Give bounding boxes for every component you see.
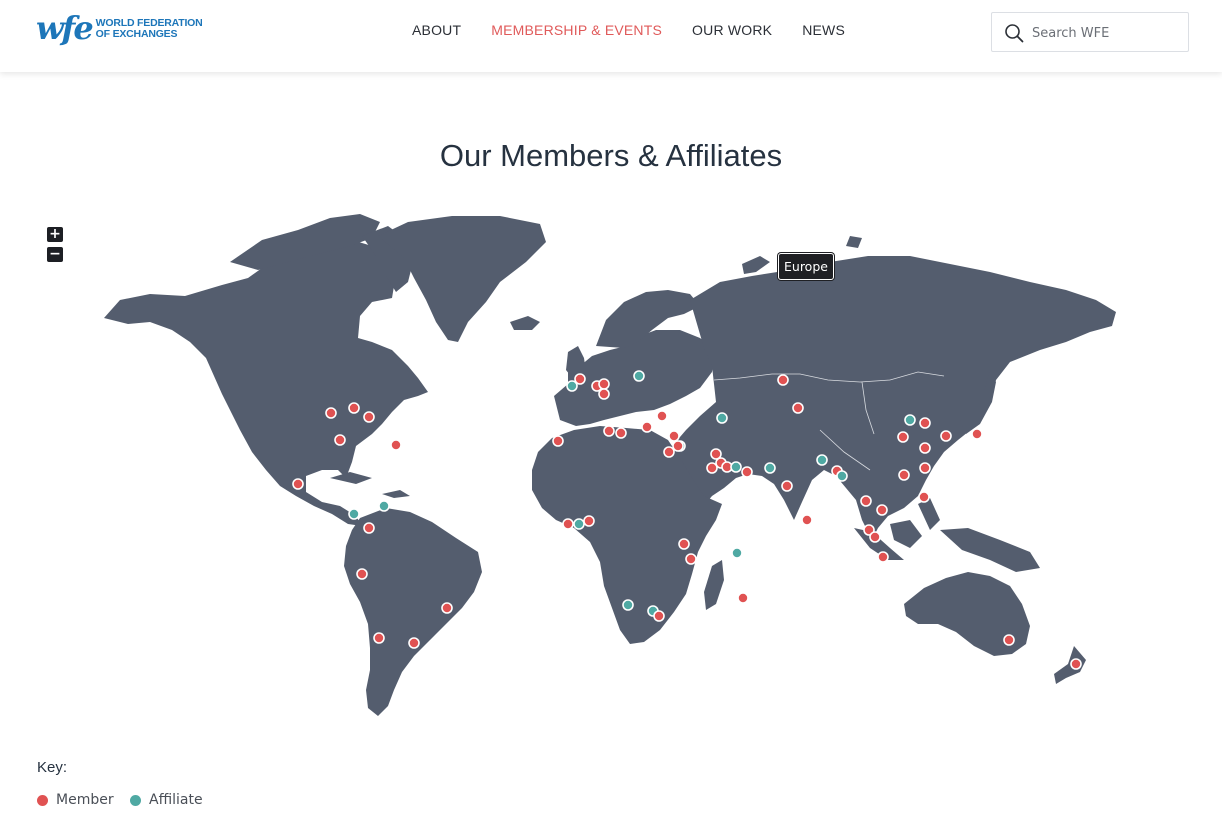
affiliate-marker[interactable] <box>573 518 585 530</box>
member-marker[interactable] <box>598 378 610 390</box>
key-label-affiliate: Affiliate <box>149 792 203 808</box>
member-marker[interactable] <box>390 439 402 451</box>
affiliate-marker[interactable] <box>764 462 776 474</box>
member-marker[interactable] <box>603 425 615 437</box>
member-marker[interactable] <box>668 430 680 442</box>
member-marker[interactable] <box>792 402 804 414</box>
affiliate-marker[interactable] <box>904 414 916 426</box>
member-marker[interactable] <box>781 480 793 492</box>
affiliate-dot-icon <box>130 794 141 806</box>
zoom-in-button[interactable]: + <box>47 227 63 242</box>
member-marker[interactable] <box>1070 658 1082 670</box>
search-input[interactable] <box>1032 21 1182 45</box>
affiliate-marker[interactable] <box>716 412 728 424</box>
member-marker[interactable] <box>706 462 718 474</box>
member-marker[interactable] <box>918 491 930 503</box>
logo-text: WORLD FEDERATION OF EXCHANGES <box>96 18 203 40</box>
nav-news[interactable]: NEWS <box>802 22 845 38</box>
member-marker[interactable] <box>363 411 375 423</box>
member-marker[interactable] <box>408 637 420 649</box>
key-item-affiliate: Affiliate <box>130 792 203 808</box>
member-marker[interactable] <box>552 435 564 447</box>
affiliate-marker[interactable] <box>633 370 645 382</box>
wfe-logo[interactable]: wfe WORLD FEDERATION OF EXCHANGES <box>36 12 203 44</box>
member-marker[interactable] <box>292 478 304 490</box>
land-madagascar <box>704 560 724 610</box>
nav-about[interactable]: ABOUT <box>412 22 461 38</box>
member-marker[interactable] <box>441 602 453 614</box>
land-south-america <box>344 508 482 716</box>
member-marker[interactable] <box>876 504 888 516</box>
member-marker[interactable] <box>860 495 872 507</box>
affiliate-marker[interactable] <box>730 461 742 473</box>
key-item-member: Member <box>37 792 114 808</box>
logo-line-2: OF EXCHANGES <box>95 28 178 40</box>
member-marker[interactable] <box>898 469 910 481</box>
member-marker[interactable] <box>574 373 586 385</box>
member-marker[interactable] <box>334 434 346 446</box>
member-marker[interactable] <box>656 410 668 422</box>
member-marker[interactable] <box>777 374 789 386</box>
logo-mark: wfe <box>36 9 94 47</box>
member-marker[interactable] <box>919 462 931 474</box>
land-iceland <box>510 316 540 330</box>
affiliate-marker[interactable] <box>622 599 634 611</box>
member-marker[interactable] <box>363 522 375 534</box>
member-marker[interactable] <box>653 610 665 622</box>
member-marker[interactable] <box>641 421 653 433</box>
nav-our-work[interactable]: OUR WORK <box>692 22 772 38</box>
region-tooltip: Europe <box>778 253 834 280</box>
member-marker[interactable] <box>663 446 675 458</box>
member-marker[interactable] <box>672 440 684 452</box>
main-nav: ABOUT MEMBERSHIP & EVENTS OUR WORK NEWS <box>412 22 845 38</box>
search-icon[interactable] <box>1004 23 1024 43</box>
affiliate-marker[interactable] <box>348 508 360 520</box>
land-caribbean <box>330 472 410 498</box>
world-map[interactable] <box>0 0 1222 818</box>
land-north-america <box>104 240 428 526</box>
member-marker[interactable] <box>801 514 813 526</box>
member-marker[interactable] <box>583 515 595 527</box>
member-marker[interactable] <box>971 428 983 440</box>
member-marker[interactable] <box>940 430 952 442</box>
member-marker[interactable] <box>919 442 931 454</box>
nav-membership-events[interactable]: MEMBERSHIP & EVENTS <box>491 22 662 38</box>
member-marker[interactable] <box>348 402 360 414</box>
affiliate-marker[interactable] <box>836 470 848 482</box>
member-marker[interactable] <box>598 388 610 400</box>
site-header: wfe WORLD FEDERATION OF EXCHANGES ABOUT … <box>0 0 1222 72</box>
member-marker[interactable] <box>869 531 881 543</box>
member-marker[interactable] <box>685 553 697 565</box>
member-marker[interactable] <box>373 632 385 644</box>
affiliate-marker[interactable] <box>731 547 743 559</box>
land-asia <box>662 256 1116 540</box>
member-marker[interactable] <box>737 592 749 604</box>
member-marker[interactable] <box>741 466 753 478</box>
member-marker[interactable] <box>615 427 627 439</box>
zoom-out-button[interactable]: − <box>47 247 63 262</box>
key-title: Key: <box>37 759 68 776</box>
affiliate-marker[interactable] <box>378 500 390 512</box>
key-label-member: Member <box>56 792 114 808</box>
affiliate-marker[interactable] <box>816 454 828 466</box>
member-marker[interactable] <box>897 431 909 443</box>
search-box <box>991 12 1189 52</box>
member-marker[interactable] <box>1003 634 1015 646</box>
member-marker[interactable] <box>562 518 574 530</box>
member-marker[interactable] <box>356 568 368 580</box>
member-marker[interactable] <box>877 551 889 563</box>
member-dot-icon <box>37 794 48 806</box>
page-title: Our Members & Affiliates <box>439 138 783 173</box>
member-marker[interactable] <box>325 407 337 419</box>
member-marker[interactable] <box>678 538 690 550</box>
member-marker[interactable] <box>919 417 931 429</box>
